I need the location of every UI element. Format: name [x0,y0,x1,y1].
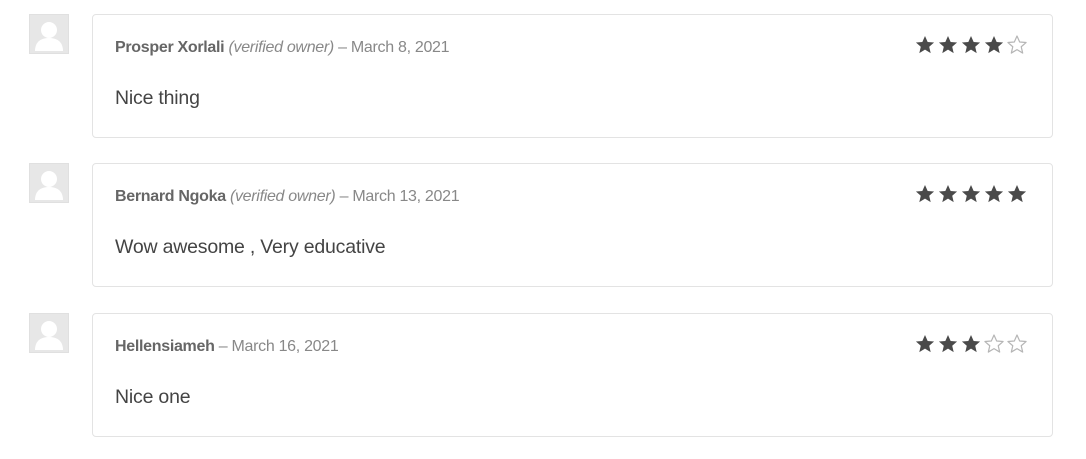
star-filled-icon [960,333,982,355]
meta-separator: – [218,338,228,355]
star-filled-icon [937,333,959,355]
review-text: Nice one [115,386,191,408]
meta-separator: – [339,188,349,205]
review-date: March 16, 2021 [231,338,339,355]
review-date: March 13, 2021 [352,188,460,205]
star-empty-icon [1006,34,1028,56]
star-filled-icon [914,333,936,355]
review-text: Wow awesome , Very educative [115,236,386,258]
review-author: Hellensiameh [115,338,215,355]
star-filled-icon [983,183,1005,205]
default-avatar-icon [29,14,69,54]
star-filled-icon [983,34,1005,56]
review-card: Prosper Xorlali (verified owner) – March… [92,14,1053,138]
star-filled-icon [1006,183,1028,205]
review-author: Prosper Xorlali [115,39,225,56]
review-meta: Bernard Ngoka (verified owner) – March 1… [115,188,460,206]
star-filled-icon [937,34,959,56]
review-author: Bernard Ngoka [115,188,226,205]
verified-owner-label: (verified owner) [228,39,334,56]
star-filled-icon [914,183,936,205]
star-empty-icon [1006,333,1028,355]
review-card: Bernard Ngoka (verified owner) – March 1… [92,163,1053,287]
meta-separator: – [338,39,347,56]
review-meta: Prosper Xorlali (verified owner) – March… [115,39,450,57]
star-filled-icon [960,183,982,205]
review-date: March 8, 2021 [350,39,450,56]
star-filled-icon [937,183,959,205]
default-avatar-icon [29,163,69,203]
review-text: Nice thing [115,87,200,109]
star-rating [914,34,1028,56]
star-rating [914,333,1028,355]
star-rating [914,183,1028,205]
star-filled-icon [914,34,936,56]
default-avatar-icon [29,313,69,353]
review-list: Prosper Xorlali (verified owner) – March… [0,0,1086,459]
review-card: Hellensiameh – March 16, 2021 Nice one [92,313,1053,437]
star-empty-icon [983,333,1005,355]
review-meta: Hellensiameh – March 16, 2021 [115,338,339,356]
verified-owner-label: (verified owner) [229,188,336,205]
star-filled-icon [960,34,982,56]
